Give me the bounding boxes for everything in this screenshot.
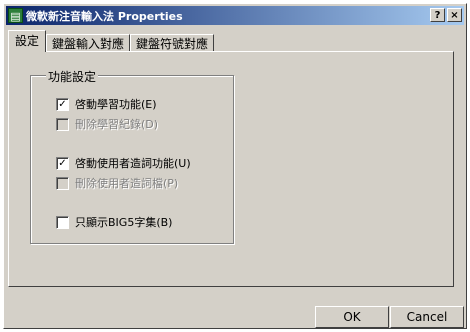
tab-keyboard-input-mapping[interactable]: 鍵盤輸入對應 xyxy=(46,34,131,52)
enable-user-phrase-checkbox[interactable]: ✓ 啓動使用者造詞功能(U) xyxy=(56,155,191,171)
window-title: 微軟新注音輸入法 Properties xyxy=(26,9,183,23)
tab-settings[interactable]: 設定 xyxy=(8,30,47,52)
app-icon: ▤ xyxy=(8,8,23,23)
show-big5-only-checkbox[interactable]: 只顯示BIG5字集(B) xyxy=(56,214,172,230)
help-button[interactable]: ? xyxy=(430,8,445,22)
checkbox-label: 只顯示BIG5字集(B) xyxy=(75,216,173,229)
cancel-button[interactable]: Cancel xyxy=(390,306,464,328)
group-label: 功能設定 xyxy=(46,68,99,85)
checkbox-box xyxy=(56,215,69,229)
checkbox-label: 啓動使用者造詞功能(U) xyxy=(75,157,191,170)
ok-button[interactable]: OK xyxy=(315,306,389,328)
delete-user-phrase-file-checkbox[interactable]: 刪除使用者造詞檔(P) xyxy=(56,175,178,191)
checkbox-label: 刪除使用者造詞檔(P) xyxy=(75,177,179,190)
close-button[interactable]: × xyxy=(447,8,462,22)
tab-strip: 設定 鍵盤輸入對應 鍵盤符號對應 xyxy=(8,30,215,52)
checkbox-box xyxy=(56,117,69,131)
checkbox-box: ✓ xyxy=(56,97,69,111)
title-bar[interactable]: ▤ 微軟新注音輸入法 Properties ? × xyxy=(6,6,464,25)
checkbox-label: 刪除學習紀錄(D) xyxy=(75,118,159,131)
checkbox-box: ✓ xyxy=(56,156,69,170)
delete-learning-record-checkbox[interactable]: 刪除學習紀錄(D) xyxy=(56,116,158,132)
tab-keyboard-symbol-mapping[interactable]: 鍵盤符號對應 xyxy=(130,34,215,52)
enable-learning-checkbox[interactable]: ✓ 啓動學習功能(E) xyxy=(56,96,157,112)
checkbox-label: 啓動學習功能(E) xyxy=(75,98,157,111)
checkbox-box xyxy=(56,176,69,190)
